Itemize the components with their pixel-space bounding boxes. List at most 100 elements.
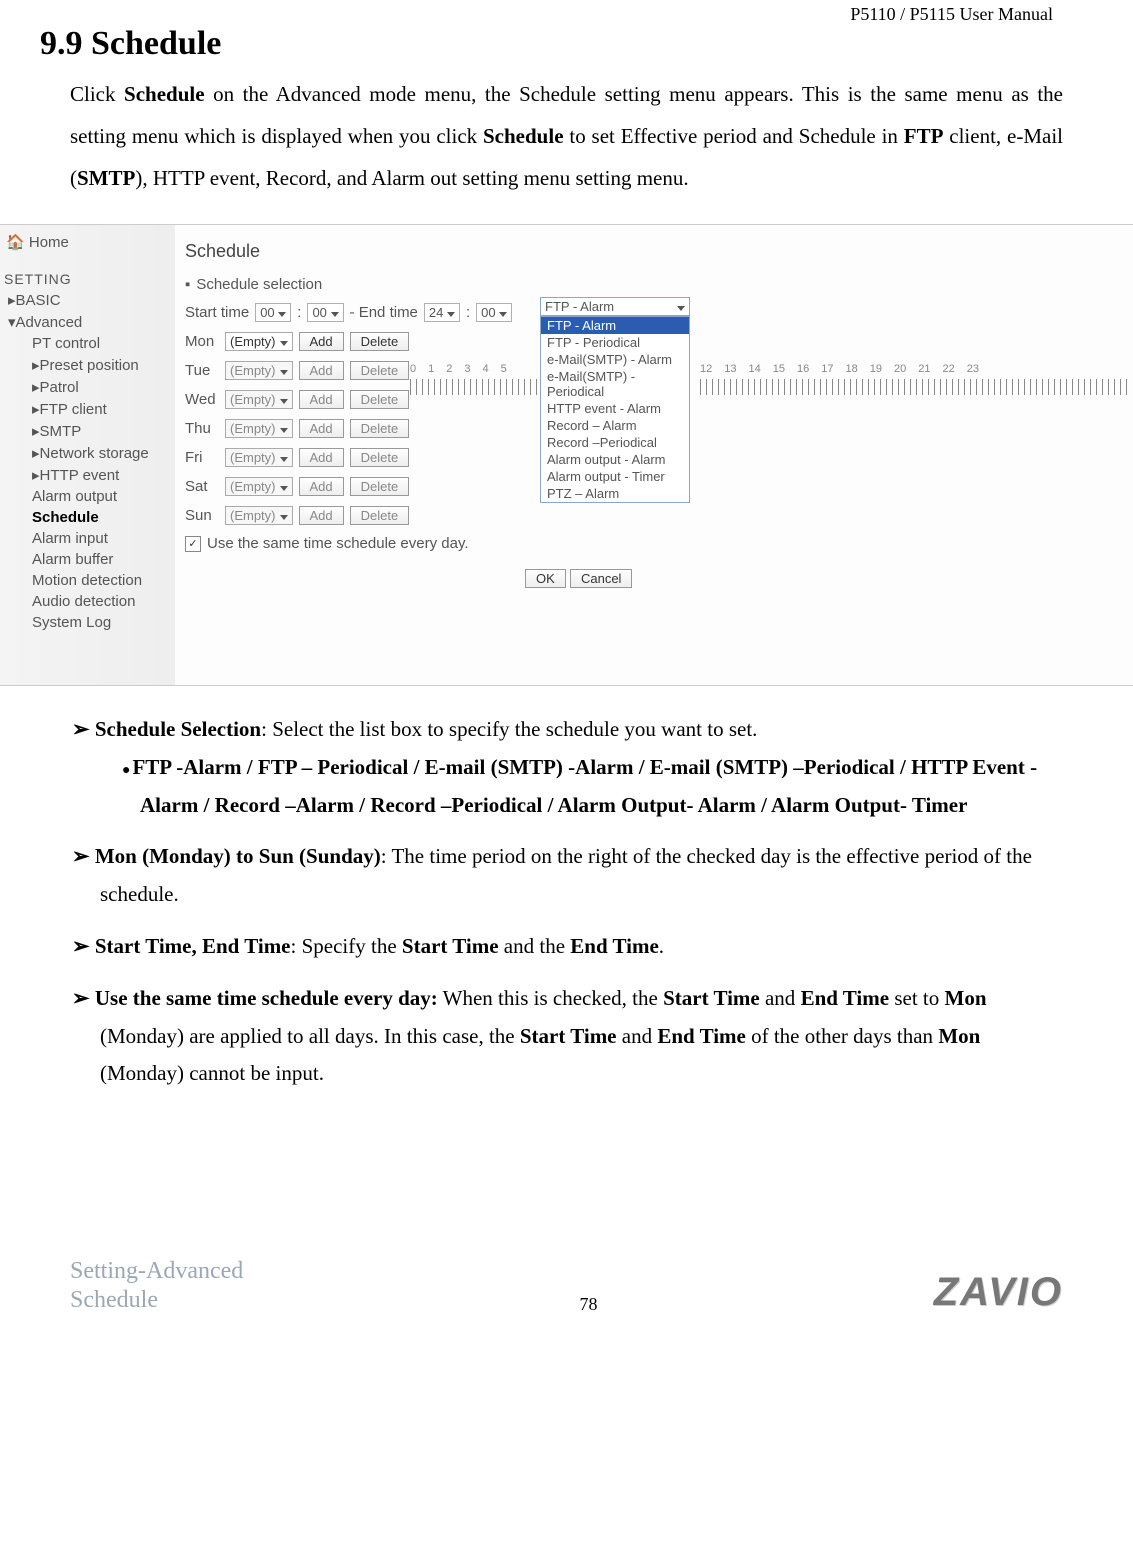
tick: 20 <box>894 363 906 375</box>
add-button: Add <box>299 361 344 380</box>
tree-item[interactable]: ▸ Patrol <box>2 376 175 398</box>
value: (Empty) <box>230 479 276 494</box>
dropdown-closed[interactable]: FTP - Alarm <box>540 297 690 316</box>
add-button: Add <box>299 477 344 496</box>
page-footer: Setting-Advanced Schedule 78 ZAVIO <box>0 1257 1133 1315</box>
tree-item[interactable]: ▸ FTP client <box>2 398 175 420</box>
schedule-type-dropdown[interactable]: FTP - Alarm FTP - Alarm FTP - Periodical… <box>540 297 690 503</box>
dropdown-item[interactable]: Alarm output - Alarm <box>541 451 689 468</box>
bullet-sublist: FTP -Alarm / FTP – Periodical / E-mail (… <box>100 749 1063 825</box>
day-label: Sat <box>185 478 219 495</box>
dropdown-item[interactable]: PTZ – Alarm <box>541 485 689 502</box>
tick: 15 <box>773 363 785 375</box>
chevron-down-icon <box>280 450 288 465</box>
bullet-schedule-selection: Schedule Selection: Select the list box … <box>100 711 1063 824</box>
chevron-down-icon <box>280 508 288 523</box>
dropdown-item[interactable]: Record – Alarm <box>541 417 689 434</box>
intro-bold: Schedule <box>483 124 564 148</box>
tree-item-selected[interactable]: Schedule <box>2 507 175 528</box>
add-button[interactable]: Add <box>299 332 344 351</box>
day-label: Tue <box>185 362 219 379</box>
bullet-title: Start Time, End Time <box>95 934 291 958</box>
ok-button[interactable]: OK <box>525 569 566 588</box>
dropdown-item[interactable]: HTTP event - Alarm <box>541 400 689 417</box>
intro-bold: Schedule <box>124 82 205 106</box>
sidebar: 🏠 Home SETTING ▸ BASIC ▾ Advanced PT con… <box>0 225 175 685</box>
tree-item[interactable]: PT control <box>2 333 175 354</box>
end-time-label: - End time <box>350 304 418 321</box>
dropdown-item[interactable]: FTP - Alarm <box>541 317 689 334</box>
bullet-text: set to <box>889 986 944 1010</box>
delete-button[interactable]: Delete <box>350 332 410 351</box>
tree-label: System Log <box>32 614 111 631</box>
delete-button: Delete <box>350 390 410 409</box>
home-link[interactable]: 🏠 Home <box>0 231 175 253</box>
range-select: (Empty) <box>225 448 293 467</box>
tick: 3 <box>464 363 470 375</box>
tree-item[interactable]: Alarm output <box>2 486 175 507</box>
range-select: (Empty) <box>225 361 293 380</box>
value: 00 <box>481 305 495 320</box>
add-button: Add <box>299 506 344 525</box>
start-min-select[interactable]: 00 <box>307 303 343 322</box>
start-hour-select[interactable]: 00 <box>255 303 291 322</box>
chevron-down-icon <box>280 392 288 407</box>
bullet-text: and <box>760 986 801 1010</box>
intro-bold: SMTP <box>77 166 135 190</box>
chevron-down-icon <box>280 334 288 349</box>
chevron-down-icon <box>278 305 286 320</box>
tree-item[interactable]: System Log <box>2 612 175 633</box>
dropdown-item[interactable]: FTP - Periodical <box>541 334 689 351</box>
end-hour-select[interactable]: 24 <box>424 303 460 322</box>
tree-label: Network storage <box>40 445 149 462</box>
tree-item[interactable]: Audio detection <box>2 591 175 612</box>
tree-item[interactable]: Alarm buffer <box>2 549 175 570</box>
chevron-down-icon <box>280 479 288 494</box>
value: (Empty) <box>230 508 276 523</box>
day-label: Fri <box>185 449 219 466</box>
value: (Empty) <box>230 421 276 436</box>
dropdown-item[interactable]: e-Mail(SMTP) - Periodical <box>541 368 689 400</box>
tree-label: BASIC <box>16 292 61 309</box>
tree-item[interactable]: ▸ Preset position <box>2 354 175 376</box>
tree-label: Alarm output <box>32 488 117 505</box>
delete-button: Delete <box>350 477 410 496</box>
end-min-select[interactable]: 00 <box>476 303 512 322</box>
page-number: 78 <box>580 1294 598 1315</box>
chevron-down-icon <box>677 299 685 314</box>
tree-advanced[interactable]: ▾ Advanced <box>2 311 175 333</box>
tree-label: FTP client <box>40 401 107 418</box>
tick: 12 <box>700 363 712 375</box>
intro-bold: FTP <box>904 124 944 148</box>
value: (Empty) <box>230 334 276 349</box>
tick: 16 <box>797 363 809 375</box>
tree-item[interactable]: Alarm input <box>2 528 175 549</box>
bullet-text: . <box>659 934 664 958</box>
day-label: Sun <box>185 507 219 524</box>
bullet-bold: Start Time <box>663 986 760 1010</box>
home-label: Home <box>29 234 69 251</box>
dropdown-item[interactable]: e-Mail(SMTP) - Alarm <box>541 351 689 368</box>
add-button: Add <box>299 419 344 438</box>
ruler-left-ticks <box>410 379 540 395</box>
dropdown-item[interactable]: Alarm output - Timer <box>541 468 689 485</box>
bullet-bold: End Time <box>570 934 659 958</box>
range-select[interactable]: (Empty) <box>225 332 293 351</box>
ruler-left-nums: 0 1 2 3 4 5 <box>410 363 507 375</box>
tick: 22 <box>943 363 955 375</box>
footer-line: Setting-Advanced <box>70 1257 243 1286</box>
tree-item[interactable]: ▸ HTTP event <box>2 464 175 486</box>
tree-item[interactable]: ▸ Network storage <box>2 442 175 464</box>
nav-tree: ▸ BASIC ▾ Advanced PT control ▸ Preset p… <box>0 289 175 633</box>
tree-basic[interactable]: ▸ BASIC <box>2 289 175 311</box>
intro-text: ), HTTP event, Record, and Alarm out set… <box>135 166 688 190</box>
same-day-checkbox[interactable]: ✓ <box>185 536 201 552</box>
cancel-button[interactable]: Cancel <box>570 569 632 588</box>
chevron-down-icon <box>447 305 455 320</box>
header-manual-title: P5110 / P5115 User Manual <box>70 0 1063 25</box>
bullet-bold: Start Time <box>402 934 499 958</box>
dropdown-item[interactable]: Record –Periodical <box>541 434 689 451</box>
tree-item[interactable]: ▸ SMTP <box>2 420 175 442</box>
tree-item[interactable]: Motion detection <box>2 570 175 591</box>
tree-label: Motion detection <box>32 572 142 589</box>
